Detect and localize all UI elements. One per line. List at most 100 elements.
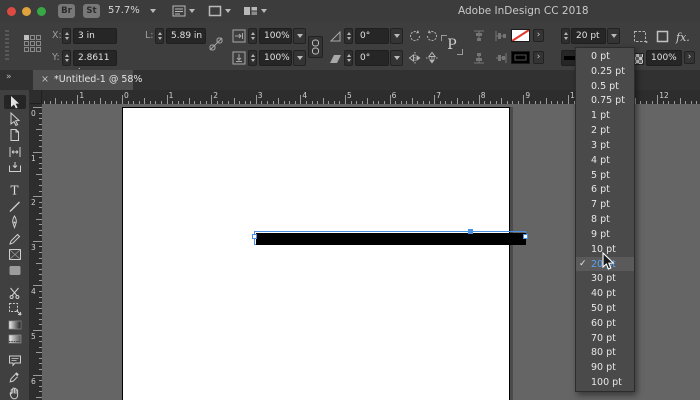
tool-scissors[interactable]	[4, 286, 26, 300]
line-object[interactable]	[256, 233, 526, 245]
tool-note[interactable]	[4, 354, 26, 367]
arrange-documents-chevron-icon[interactable]	[261, 9, 267, 13]
page[interactable]	[122, 107, 510, 400]
x-field[interactable]: 3 in	[73, 28, 117, 44]
frame-shape-icon[interactable]	[656, 30, 669, 43]
stroke-weight-option-4-pt[interactable]: 4 pt	[576, 153, 634, 168]
selection-handle-right[interactable]	[523, 234, 528, 239]
tool-free-transform[interactable]	[4, 302, 26, 316]
stroke-weight-option-8-pt[interactable]: 8 pt	[576, 212, 634, 227]
tool-gap[interactable]	[4, 145, 26, 159]
scale-x-field[interactable]: 100%	[259, 28, 292, 44]
stroke-weight-option-9-pt[interactable]: 9 pt	[576, 227, 634, 242]
y-stepper[interactable]	[62, 50, 71, 66]
scale-x-dropdown-chevron-icon[interactable]	[293, 28, 306, 44]
fill-flyout-arrow-icon[interactable]: ›	[533, 29, 544, 42]
tool-line[interactable]	[4, 200, 26, 213]
tool-color-theme[interactable]	[4, 370, 26, 384]
tool-rectangle-frame[interactable]	[4, 248, 26, 261]
tool-direct-selection[interactable]	[4, 112, 26, 126]
zoom-window-button[interactable]	[37, 7, 46, 16]
tool-rectangle[interactable]	[4, 264, 26, 277]
rotation-field[interactable]: 0°	[355, 28, 389, 44]
stroke-weight-option-80-pt[interactable]: 80 pt	[576, 346, 634, 361]
rotate-counterclockwise-icon[interactable]	[425, 29, 439, 43]
stroke-weight-option-40-pt[interactable]: 40 pt	[576, 286, 634, 301]
zoom-level-dropdown-chevron-icon[interactable]	[150, 9, 156, 13]
document-tab[interactable]: × *Untitled-1 @ 58%	[33, 70, 133, 90]
shear-stepper[interactable]	[344, 50, 353, 66]
shear-field[interactable]: 0°	[355, 50, 389, 66]
arrange-documents-icon[interactable]	[243, 5, 258, 17]
stroke-weight-dropdown-chevron-icon[interactable]	[607, 28, 620, 44]
ruler-corner[interactable]	[30, 90, 42, 104]
constrain-dimensions-icon[interactable]	[209, 37, 223, 51]
length-field[interactable]: 5.89 in	[166, 28, 206, 44]
tool-hand[interactable]	[4, 386, 26, 400]
stroke-weight-option-70-pt[interactable]: 70 pt	[576, 331, 634, 346]
selection-midpoint-handle[interactable]	[468, 229, 473, 234]
rotate-clockwise-icon[interactable]	[408, 29, 422, 43]
stroke-weight-stepper[interactable]	[561, 28, 570, 44]
stroke-weight-field[interactable]: 20 pt	[571, 28, 606, 44]
stroke-weight-option-1-pt[interactable]: 1 pt	[576, 108, 634, 123]
screen-mode-chevron-icon[interactable]	[225, 9, 231, 13]
y-field[interactable]: 2.8611 in	[73, 50, 117, 66]
story-editor-icon[interactable]: P	[441, 33, 463, 57]
flip-vertical-icon[interactable]	[425, 51, 439, 65]
scale-y-dropdown-chevron-icon[interactable]	[293, 50, 306, 66]
view-options-chevron-icon[interactable]	[189, 9, 195, 13]
scale-y-field[interactable]: 100%	[259, 50, 292, 66]
stroke-weight-option-0.25-pt[interactable]: 0.25 pt	[576, 64, 634, 79]
flip-horizontal-icon[interactable]	[408, 51, 422, 65]
screen-mode-icon[interactable]	[208, 5, 222, 17]
stroke-weight-option-0.5-pt[interactable]: 0.5 pt	[576, 79, 634, 94]
opacity-field[interactable]: 100%	[646, 50, 682, 66]
selection-handle-left[interactable]	[252, 234, 257, 239]
stroke-weight-option-90-pt[interactable]: 90 pt	[576, 360, 634, 375]
stroke-weight-option-30-pt[interactable]: 30 pt	[576, 271, 634, 286]
corner-options-icon[interactable]	[633, 30, 648, 43]
tool-selection[interactable]	[4, 95, 26, 109]
fill-swatch-none[interactable]	[511, 29, 530, 42]
minimize-window-button[interactable]	[22, 7, 31, 16]
tool-page[interactable]	[4, 128, 26, 142]
stroke-swatch-black[interactable]	[511, 51, 530, 64]
tool-pencil[interactable]	[4, 232, 26, 246]
stroke-flyout-arrow-icon[interactable]: ›	[533, 51, 544, 64]
shear-dropdown-chevron-icon[interactable]	[390, 50, 403, 66]
stroke-weight-option-0.75-pt[interactable]: 0.75 pt	[576, 93, 634, 108]
constrain-scale-link-icon[interactable]	[308, 36, 323, 58]
stroke-weight-option-6-pt[interactable]: 6 pt	[576, 182, 634, 197]
rotation-dropdown-chevron-icon[interactable]	[390, 28, 403, 44]
scale-x-stepper[interactable]	[248, 28, 257, 44]
tool-content-collector[interactable]	[4, 161, 26, 174]
toolbar-collapse-chevrons[interactable]: »	[6, 72, 12, 82]
tool-gradient-feather[interactable]	[4, 333, 26, 345]
stroke-weight-option-0-pt[interactable]: 0 pt	[576, 49, 634, 64]
tab-close-icon[interactable]: ×	[41, 70, 49, 90]
stroke-weight-option-2-pt[interactable]: 2 pt	[576, 123, 634, 138]
tool-type[interactable]: T	[4, 183, 26, 197]
scale-y-stepper[interactable]	[248, 50, 257, 66]
stroke-weight-option-60-pt[interactable]: 60 pt	[576, 316, 634, 331]
stroke-weight-option-7-pt[interactable]: 7 pt	[576, 197, 634, 212]
opacity-flyout-arrow-icon[interactable]: ›	[684, 51, 695, 64]
zoom-level-value[interactable]: 57.7%	[108, 5, 140, 16]
stroke-weight-option-100-pt[interactable]: 100 pt	[576, 375, 634, 390]
stroke-weight-option-5-pt[interactable]: 5 pt	[576, 168, 634, 183]
bridge-button[interactable]: Br	[58, 4, 75, 18]
stroke-weight-option-50-pt[interactable]: 50 pt	[576, 301, 634, 316]
panel-grip[interactable]	[5, 30, 9, 62]
length-stepper[interactable]	[155, 28, 164, 44]
stroke-weight-option-3-pt[interactable]: 3 pt	[576, 138, 634, 153]
view-options-icon[interactable]	[172, 5, 186, 17]
stock-button[interactable]: St	[83, 4, 100, 18]
x-stepper[interactable]	[62, 28, 71, 44]
close-window-button[interactable]	[7, 7, 16, 16]
reference-point-proxy[interactable]	[24, 35, 41, 52]
tool-pen[interactable]	[4, 215, 26, 229]
rotation-stepper[interactable]	[344, 28, 353, 44]
tool-gradient-swatch[interactable]	[4, 319, 26, 331]
effects-button[interactable]: fx.	[676, 31, 690, 44]
